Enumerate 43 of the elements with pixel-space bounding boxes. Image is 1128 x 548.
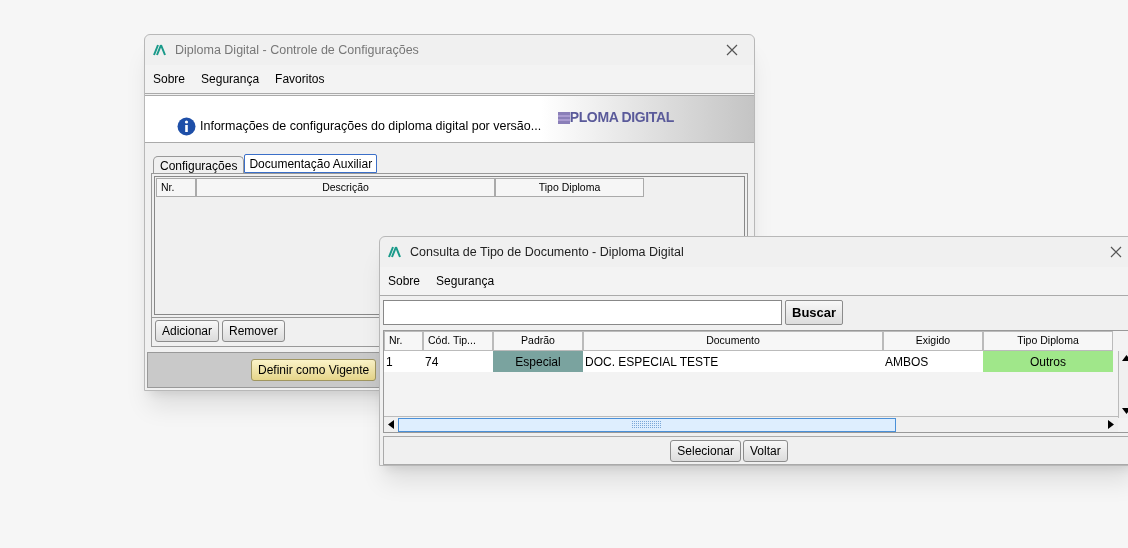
button[interactable]: Remover [222, 320, 285, 342]
scrollbar-thumb[interactable] [398, 417, 896, 432]
table-cell-text: DOC. ESPECIAL TESTE [584, 353, 720, 371]
banner-text: Informações de configurações do diploma digital por versão... [200, 118, 542, 136]
column-header: Documento [583, 331, 883, 351]
column-header: Descrição [196, 178, 495, 197]
menu-item[interactable]: Sobre [153, 70, 186, 88]
column-header: Tipo Diploma [495, 178, 644, 197]
menu-item[interactable]: Sobre [388, 272, 421, 290]
table-cell-text: AMBOS [884, 353, 930, 371]
button[interactable]: Voltar [743, 439, 788, 462]
column-header: Cód. Tip... [423, 331, 493, 351]
search-button[interactable]: Buscar [785, 300, 844, 325]
menu-item[interactable]: Segurança [201, 70, 260, 88]
app-logo-icon [388, 246, 402, 258]
column-header: Padrão [493, 331, 583, 351]
app-logo-icon [153, 44, 167, 56]
table-cell-text: 74 [424, 353, 440, 371]
search-field[interactable] [383, 300, 782, 325]
info-icon [177, 117, 196, 136]
logo-mark-icon [557, 111, 570, 124]
tab[interactable]: Documentação Auxiliar [244, 154, 378, 173]
close-icon[interactable] [1110, 246, 1122, 258]
column-header: Nr. [384, 331, 423, 351]
column-header: Exigido [883, 331, 983, 351]
tab[interactable]: Configurações [153, 156, 245, 173]
scroll-right-icon[interactable] [1108, 420, 1114, 430]
button[interactable]: Selecionar [670, 439, 741, 462]
window-title: Consulta de Tipo de Documento - Diploma Digital [410, 243, 684, 261]
table-cell: Outros [983, 351, 1113, 372]
menu-item[interactable]: Favoritos [275, 70, 325, 88]
button[interactable]: Adicionar [155, 320, 220, 342]
window-title: Diploma Digital - Controle de Configurações [175, 41, 419, 59]
button[interactable]: Definir como Vigente [251, 359, 377, 381]
menu-item[interactable]: Segurança [436, 272, 495, 290]
scroll-left-icon[interactable] [388, 420, 394, 430]
column-header: Nr. [156, 178, 196, 197]
table-cell-text: 1 [385, 353, 394, 371]
horizontal-scrollbar[interactable] [384, 416, 1118, 433]
close-icon[interactable] [726, 44, 738, 56]
logo-text: PLOMA DIGITAL [569, 108, 674, 127]
column-header: Tipo Diploma [983, 331, 1113, 351]
table-cell: Especial [493, 351, 583, 372]
